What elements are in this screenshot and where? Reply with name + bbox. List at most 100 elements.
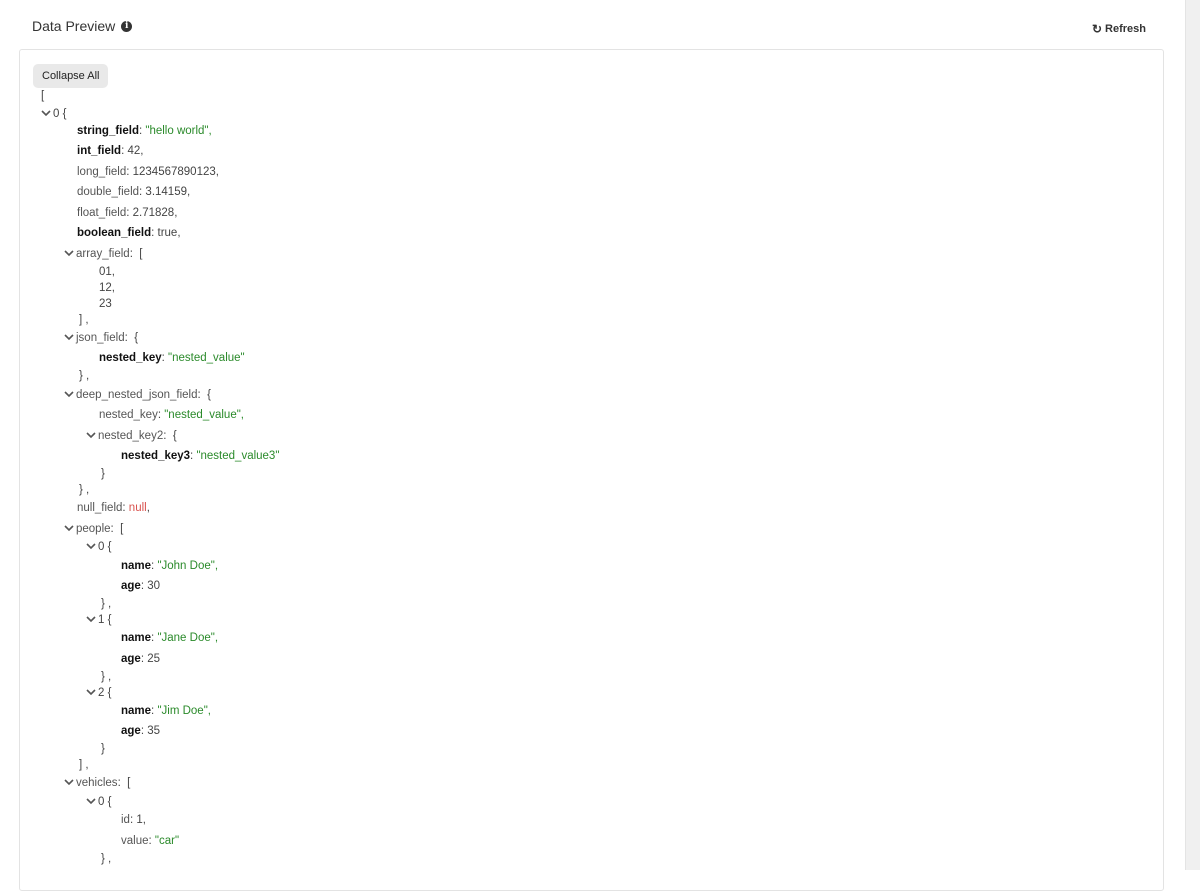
object-close: } , bbox=[79, 370, 90, 382]
chevron-down-icon[interactable] bbox=[86, 687, 96, 697]
field-boolean: boolean_field: true, bbox=[77, 227, 181, 239]
refresh-button[interactable]: ↻ Refresh bbox=[1092, 22, 1146, 36]
json-field-toggle[interactable]: json_field: { bbox=[64, 331, 138, 345]
object-close: } bbox=[101, 743, 105, 755]
people-item-1-toggle[interactable]: 1 { bbox=[86, 613, 111, 627]
nested-field: age: 30 bbox=[121, 580, 161, 592]
field-value: 42, bbox=[127, 145, 144, 157]
field-key: double_field bbox=[77, 186, 140, 198]
collapse-all-button[interactable]: Collapse All bbox=[33, 64, 109, 88]
chevron-down-icon[interactable] bbox=[86, 614, 96, 624]
chevron-down-icon[interactable] bbox=[86, 541, 96, 551]
item-0-index: 0 { bbox=[53, 108, 67, 120]
vehicles-toggle[interactable]: vehicles: [ bbox=[64, 776, 130, 790]
field-key: boolean_field bbox=[77, 227, 152, 239]
field-value: "hello world", bbox=[145, 125, 212, 137]
chevron-down-icon[interactable] bbox=[86, 430, 96, 440]
chevron-down-icon[interactable] bbox=[41, 108, 51, 118]
array-open: [ bbox=[127, 777, 131, 789]
list-item-index: 0 { bbox=[98, 541, 112, 553]
array-field-toggle[interactable]: array_field: [ bbox=[64, 247, 143, 261]
field-key: id bbox=[121, 814, 130, 826]
nested-field: age: 35 bbox=[121, 725, 161, 737]
chevron-down-icon[interactable] bbox=[64, 248, 74, 258]
deep-nested-json-field-toggle[interactable]: deep_nested_json_field: { bbox=[64, 388, 211, 402]
nested-field: name: "Jim Doe", bbox=[121, 705, 211, 717]
field-key: nested_key bbox=[99, 409, 158, 421]
field-value: "Jim Doe", bbox=[157, 705, 211, 717]
field-key: json_field bbox=[76, 332, 125, 344]
nested-key2-toggle[interactable]: nested_key2: { bbox=[86, 429, 177, 443]
field-value: "John Doe", bbox=[157, 560, 219, 572]
array-open: [ bbox=[120, 523, 124, 535]
object-close: } , bbox=[101, 671, 112, 683]
info-icon[interactable]: i bbox=[121, 20, 133, 32]
field-value: null bbox=[128, 502, 147, 514]
field-key: vehicles bbox=[76, 777, 118, 789]
field-value: "nested_value" bbox=[168, 352, 245, 364]
chevron-down-icon[interactable] bbox=[86, 796, 96, 806]
people-toggle[interactable]: people: [ bbox=[64, 522, 123, 536]
field-key: array_field bbox=[76, 248, 130, 260]
refresh-button-label: Refresh bbox=[1105, 23, 1146, 35]
item-0-toggle[interactable]: 0 { bbox=[41, 107, 66, 121]
list-item-index: 0 { bbox=[98, 796, 112, 808]
array-item: 01, bbox=[99, 266, 115, 278]
array-close: ] , bbox=[79, 314, 89, 326]
field-value: 3.14159, bbox=[145, 186, 191, 198]
nested-field: age: 25 bbox=[121, 653, 161, 665]
chevron-down-icon[interactable] bbox=[64, 777, 74, 787]
json-open-bracket: [ bbox=[41, 90, 45, 102]
field-value: 1, bbox=[136, 814, 146, 826]
field-key: age bbox=[121, 580, 141, 592]
page-title-text: Data Preview bbox=[32, 18, 116, 34]
field-key: people bbox=[76, 523, 111, 535]
field-key: name bbox=[121, 705, 152, 717]
field-key: name bbox=[121, 560, 152, 572]
object-open: { bbox=[134, 332, 139, 344]
chevron-down-icon[interactable] bbox=[64, 523, 74, 533]
field-value: 25 bbox=[147, 653, 161, 665]
nested-field: value: "car" bbox=[121, 835, 180, 847]
field-value: 1234567890123, bbox=[132, 166, 219, 178]
array-item: 12, bbox=[99, 282, 115, 294]
vehicles-item-0-toggle[interactable]: 0 { bbox=[86, 795, 111, 809]
field-key: null_field bbox=[77, 502, 123, 514]
field-key: age bbox=[121, 725, 141, 737]
nested-field: id: 1, bbox=[121, 814, 146, 826]
field-comma: , bbox=[146, 502, 150, 514]
nested-field: name: "Jane Doe", bbox=[121, 632, 219, 644]
nested-field: nested_key3: "nested_value3" bbox=[121, 450, 280, 462]
field-null: null_field: null, bbox=[77, 502, 150, 514]
nested-field: nested_key: "nested_value" bbox=[99, 352, 245, 364]
field-key: float_field bbox=[77, 207, 127, 219]
field-int: int_field: 42, bbox=[77, 145, 144, 157]
people-item-0-toggle[interactable]: 0 { bbox=[86, 540, 111, 554]
object-close: } , bbox=[79, 484, 90, 496]
chevron-down-icon[interactable] bbox=[64, 332, 74, 342]
field-key: value bbox=[121, 835, 149, 847]
object-open: { bbox=[207, 389, 211, 401]
page-scrollbar[interactable] bbox=[1185, 0, 1200, 870]
field-float: float_field: 2.71828, bbox=[77, 207, 178, 219]
field-value: "car" bbox=[154, 835, 180, 847]
page-title: Data Preview i bbox=[32, 18, 133, 34]
field-key: age bbox=[121, 653, 141, 665]
refresh-icon: ↻ bbox=[1091, 22, 1103, 36]
field-key: int_field bbox=[77, 145, 122, 157]
field-key: name bbox=[121, 632, 152, 644]
field-key: long_field bbox=[77, 166, 127, 178]
field-value: true, bbox=[157, 227, 181, 239]
object-close: } , bbox=[101, 598, 112, 610]
field-value: 30 bbox=[147, 580, 161, 592]
json-viewer-panel: Collapse All [ 0 { string_field: "hello … bbox=[19, 49, 1164, 891]
array-close: ] , bbox=[79, 759, 89, 771]
nested-field: nested_key: "nested_value", bbox=[99, 409, 244, 421]
field-double: double_field: 3.14159, bbox=[77, 186, 191, 198]
field-string: string_field: "hello world", bbox=[77, 125, 212, 137]
array-open: [ bbox=[139, 248, 143, 260]
people-item-2-toggle[interactable]: 2 { bbox=[86, 686, 111, 700]
chevron-down-icon[interactable] bbox=[64, 389, 74, 399]
field-value: 35 bbox=[147, 725, 161, 737]
field-value: 2.71828, bbox=[132, 207, 178, 219]
